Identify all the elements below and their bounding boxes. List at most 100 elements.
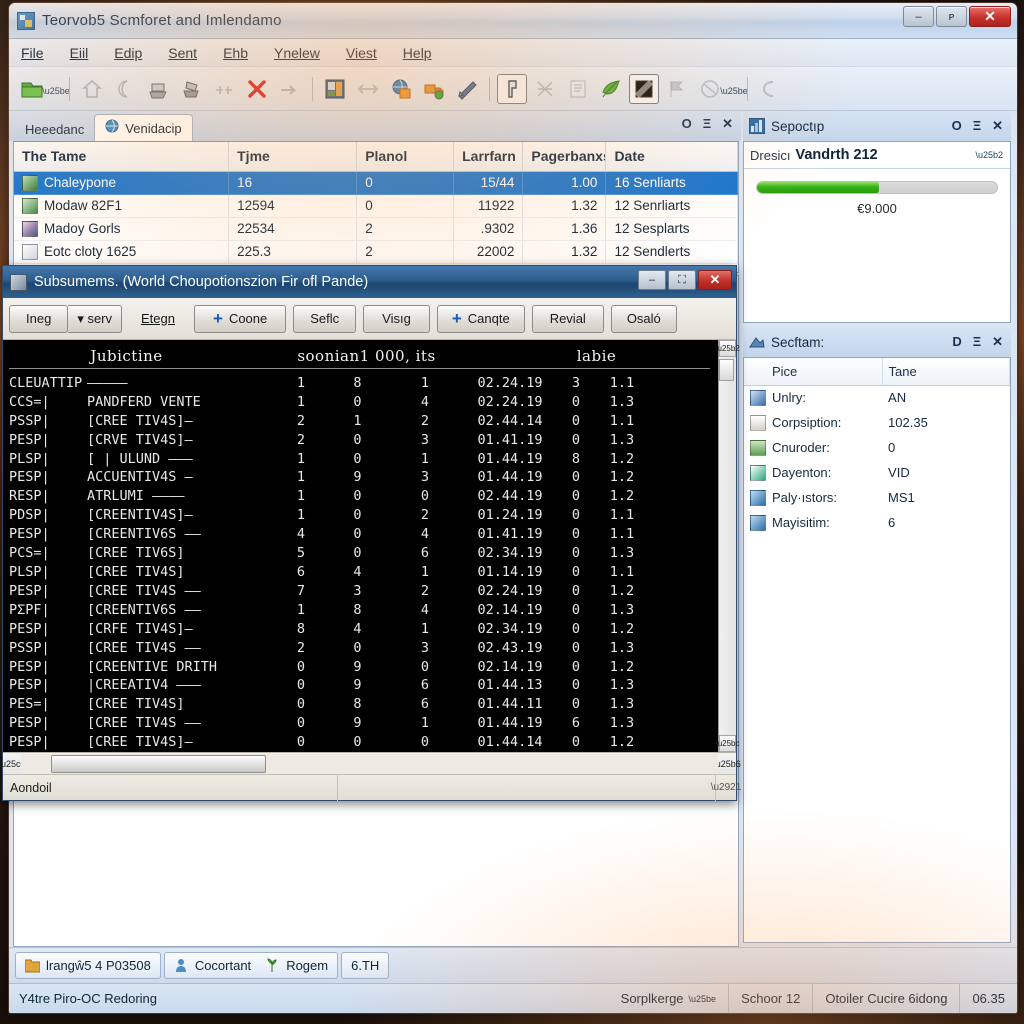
ineg-button[interactable]: Ineg: [9, 304, 69, 333]
window-titlebar[interactable]: Teorvob5 Scmforet and Imlendamo – ᴘ ✕: [9, 3, 1017, 39]
panel-dock-button[interactable]: D: [952, 334, 961, 350]
table-row[interactable]: Chaleypone 16 0 15/44 1.00 16 Senliarts: [14, 171, 738, 195]
panel-close-button[interactable]: ✕: [992, 118, 1003, 134]
page-icon[interactable]: [452, 74, 482, 104]
menu-item-file[interactable]: File: [21, 45, 44, 61]
etegn-link[interactable]: Etegn: [129, 305, 187, 333]
tab-venidacip[interactable]: Venidacip: [94, 114, 193, 141]
console-vertical-scrollbar[interactable]: \u25b2 \u25bc: [715, 340, 740, 752]
scroll-left-arrow-icon[interactable]: \u25c0: [0, 754, 26, 774]
canqte-button[interactable]: + Canqte: [436, 304, 525, 333]
table-row[interactable]: Modaw 82F1 12594 0 11922 1.32 12 Senrlia…: [14, 194, 738, 218]
hscrollbar-thumb[interactable]: [51, 754, 266, 773]
vising-button[interactable]: Visıg: [363, 304, 430, 333]
revial-button[interactable]: Revial: [531, 304, 604, 333]
cut-icon[interactable]: [530, 74, 560, 104]
resize-grip-icon[interactable]: \u2921: [711, 775, 742, 801]
task-button-lrang[interactable]: lrangŵ5 4 P03508: [15, 952, 161, 979]
flag-icon[interactable]: [497, 73, 527, 104]
properties-row[interactable]: Cnuroder: 0: [744, 435, 1010, 460]
sync-icon[interactable]: [353, 74, 383, 104]
task-button-cocortant[interactable]: Cocortant Rogem: [163, 952, 339, 979]
column-header-date[interactable]: Date: [605, 142, 738, 172]
play-flag-icon[interactable]: [662, 74, 692, 104]
osalo-button[interactable]: Osaló: [610, 304, 677, 333]
open-folder-icon[interactable]: [17, 74, 47, 104]
scrollbar-thumb[interactable]: [719, 359, 734, 381]
cell-date: 12 Senrliarts: [605, 194, 738, 218]
progress-panel-header[interactable]: Sepoctıp O Ξ ✕: [743, 111, 1011, 141]
print-icon[interactable]: [143, 74, 173, 104]
records-grid[interactable]: The Tame Tjme Planol Larrfarn Pagerbanxs…: [13, 141, 739, 273]
child-restore-button[interactable]: ⛶: [668, 270, 696, 290]
column-header-larrfarn[interactable]: Larrfarn: [453, 142, 524, 172]
curve-icon[interactable]: [755, 74, 785, 104]
pane-menu-button[interactable]: Ξ: [703, 116, 711, 132]
chevron-up-icon[interactable]: \u25b2: [975, 150, 1003, 160]
properties-column-key[interactable]: Pice: [744, 358, 883, 386]
console-output-area[interactable]: Jubictine soonian1 000, its labie CLEUAT…: [3, 340, 740, 752]
child-minimize-button[interactable]: –: [638, 270, 666, 290]
pane-options-button[interactable]: O: [682, 116, 692, 132]
status-cell-otoiler[interactable]: Otoiler Cucire 6idong: [812, 983, 959, 1013]
leaf-icon[interactable]: [596, 74, 626, 104]
properties-row[interactable]: Paly·ıstors: MS1: [744, 485, 1010, 510]
menu-item-ehb[interactable]: Ehb: [223, 45, 248, 61]
properties-row[interactable]: Unlry: AN: [744, 385, 1010, 410]
chevron-down-icon[interactable]: \u25be: [720, 74, 748, 104]
column-header-planol[interactable]: Planol: [356, 142, 455, 172]
child-close-button[interactable]: ✕: [698, 270, 732, 290]
scroll-right-arrow-icon[interactable]: \u25b6: [713, 754, 741, 774]
column-header-pagerbanxs[interactable]: Pagerbanxs: [522, 142, 607, 172]
menu-item-viest[interactable]: Viest: [346, 45, 377, 61]
progress-item-header[interactable]: Dresicı Vandrth 212 \u25b2: [744, 142, 1010, 169]
task-button-6th[interactable]: 6.TH: [341, 952, 390, 979]
truck-icon[interactable]: [419, 74, 449, 104]
menu-item-ynelew[interactable]: Ynelew: [274, 45, 320, 61]
properties-row[interactable]: Corpsiption: 102.35: [744, 410, 1010, 435]
scroll-up-arrow-icon[interactable]: \u25b2: [715, 340, 740, 357]
table-row[interactable]: Madoy Gorls 22534 2 .9302 1.36 12 Sespla…: [14, 217, 738, 241]
no-entry-icon[interactable]: [695, 74, 725, 104]
photo-icon[interactable]: [320, 74, 350, 104]
child-window-titlebar[interactable]: Subsumems. (World Choupotionszion Fir of…: [3, 266, 736, 298]
panel-options-button[interactable]: O: [952, 118, 962, 134]
list-icon[interactable]: [563, 74, 593, 104]
table-row[interactable]: Eotc cloty 1625 225.3 2 22002 1.32 12 Se…: [14, 240, 738, 264]
status-cell-schoor[interactable]: Sсhoor 12: [728, 983, 812, 1013]
properties-row[interactable]: Dayenton: VID: [744, 460, 1010, 485]
column-header-tjme[interactable]: Tjme: [228, 142, 358, 172]
properties-panel-header[interactable]: Secftam: D Ξ ✕: [743, 327, 1011, 357]
serv-dropdown-button[interactable]: ▾ serv: [68, 304, 123, 333]
link-icon[interactable]: [209, 74, 239, 104]
home-icon[interactable]: [77, 74, 107, 104]
panel-menu-button[interactable]: Ξ: [973, 334, 981, 350]
minimize-button[interactable]: –: [903, 6, 934, 27]
monitor-icon[interactable]: [629, 73, 659, 104]
menu-item-eiil[interactable]: Eiil: [70, 45, 89, 61]
hscroll-track[interactable]: [21, 753, 718, 774]
close-button[interactable]: ✕: [969, 6, 1011, 27]
coone-button[interactable]: + Coone: [194, 304, 287, 333]
dropdown-caret-icon[interactable]: \u25be: [42, 74, 70, 104]
menu-item-sent[interactable]: Sent: [168, 45, 197, 61]
properties-row[interactable]: Mayisitim: 6: [744, 510, 1010, 535]
arrow-right-icon[interactable]: [275, 74, 305, 104]
status-cell-sorplkerge[interactable]: Sorplkerge \u25be: [609, 984, 728, 1014]
console-horizontal-scrollbar[interactable]: \u25c0 \u25b6: [0, 752, 741, 774]
scroll-down-arrow-icon[interactable]: \u25bc: [715, 735, 740, 752]
seflc-button[interactable]: Seflc: [293, 304, 357, 333]
menu-item-help[interactable]: Help: [403, 45, 432, 61]
pane-close-button[interactable]: ✕: [722, 116, 733, 132]
delete-x-icon[interactable]: [242, 74, 272, 104]
restore-button[interactable]: ᴘ: [936, 6, 967, 27]
moon-icon[interactable]: [110, 74, 140, 104]
panel-close-button[interactable]: ✕: [992, 334, 1003, 350]
globe-icon[interactable]: [386, 74, 416, 104]
properties-column-value[interactable]: Tane: [882, 358, 1010, 386]
column-header-name[interactable]: The Tame: [14, 142, 230, 172]
scan-icon[interactable]: [176, 74, 206, 104]
menu-item-edip[interactable]: Edip: [114, 45, 142, 61]
panel-menu-button[interactable]: Ξ: [973, 118, 981, 134]
tab-heeedanc[interactable]: Heeedanc: [15, 117, 94, 141]
